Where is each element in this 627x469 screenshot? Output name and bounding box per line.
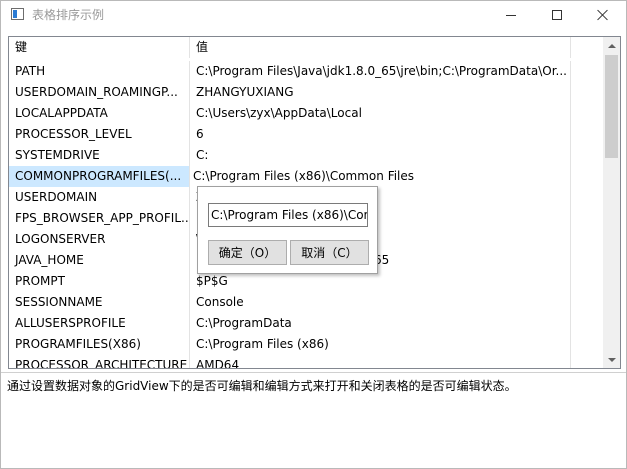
value-cell[interactable]: ZHANGYUXIANG (190, 82, 571, 103)
table-row[interactable]: SYSTEMDRIVE C: (9, 145, 603, 166)
key-cell[interactable]: USERDOMAIN (9, 187, 190, 208)
key-cell[interactable]: FPS_BROWSER_APP_PROFIL... (9, 208, 190, 229)
description-area: 通过设置数据对象的GridView下的是否可编辑和编辑方式来打开和关闭表格的是否… (1, 372, 626, 468)
main-window: 表格排序示例 键 值 PATH C:\Program Files\Java\jd… (0, 0, 627, 469)
maximize-icon (552, 10, 562, 20)
key-cell[interactable]: JAVA_HOME (9, 250, 190, 271)
key-cell[interactable]: PROCESSOR_LEVEL (9, 124, 190, 145)
key-cell[interactable]: LOCALAPPDATA (9, 103, 190, 124)
key-cell[interactable]: SESSIONNAME (9, 292, 190, 313)
edit-popup: C:\Program Files (x86)\Common Files 确定（O… (197, 186, 378, 274)
key-cell[interactable]: COMMONPROGRAMFILES(... (9, 166, 190, 187)
key-cell[interactable]: USERDOMAIN_ROAMINGP... (9, 82, 190, 103)
value-cell-editing[interactable]: C:\Program Files (x86)\Common Files (190, 166, 571, 187)
table-row[interactable]: PROMPT $P$G (9, 271, 603, 292)
grid-header-row: 键 值 (9, 37, 603, 58)
scroll-up-button[interactable] (603, 37, 620, 54)
chevron-up-icon (607, 43, 616, 48)
key-cell[interactable]: PATH (9, 61, 190, 82)
close-icon (597, 9, 609, 21)
table-row[interactable]: PROCESSOR_LEVEL 6 (9, 124, 603, 145)
value-cell[interactable]: C:\ProgramData (190, 313, 571, 334)
scroll-thumb[interactable] (605, 55, 618, 158)
cancel-button[interactable]: 取消（C） (290, 240, 369, 265)
key-cell[interactable]: LOGONSERVER (9, 229, 190, 250)
value-cell[interactable]: C:\Users\zyx\AppData\Local (190, 103, 571, 124)
ok-button[interactable]: 确定（O） (208, 240, 287, 265)
key-cell[interactable]: PROCESSOR_ARCHITECTURE (9, 355, 190, 368)
table-row[interactable]: ALLUSERSPROFILE C:\ProgramData (9, 313, 603, 334)
close-button[interactable] (580, 1, 626, 29)
title-bar[interactable]: 表格排序示例 (1, 1, 626, 29)
value-cell[interactable]: C:\Program Files (x86) (190, 334, 571, 355)
column-header-value[interactable]: 值 (190, 37, 571, 58)
value-cell[interactable]: AMD64 (190, 355, 571, 368)
scroll-down-button[interactable] (603, 351, 620, 368)
vertical-scrollbar[interactable] (603, 37, 620, 368)
table-row[interactable]: PROGRAMFILES(X86) C:\Program Files (x86) (9, 334, 603, 355)
description-text: 通过设置数据对象的GridView下的是否可编辑和编辑方式来打开和关闭表格的是否… (7, 379, 517, 393)
key-cell[interactable]: PROGRAMFILES(X86) (9, 334, 190, 355)
column-header-key[interactable]: 键 (9, 37, 190, 58)
table-row[interactable]: PROCESSOR_ARCHITECTURE AMD64 (9, 355, 603, 368)
value-cell[interactable]: Console (190, 292, 571, 313)
value-cell[interactable]: $P$G (190, 271, 571, 292)
table-row-selected[interactable]: COMMONPROGRAMFILES(... C:\Program Files … (9, 166, 603, 187)
window-title: 表格排序示例 (32, 8, 105, 22)
value-cell[interactable]: 6 (190, 124, 571, 145)
value-cell[interactable]: C:\Program Files\Java\jdk1.8.0_65\jre\bi… (190, 61, 571, 82)
table-row[interactable]: LOCALAPPDATA C:\Users\zyx\AppData\Local (9, 103, 603, 124)
minimize-button[interactable] (488, 1, 534, 29)
key-cell[interactable]: SYSTEMDRIVE (9, 145, 190, 166)
table-row[interactable]: USERDOMAIN_ROAMINGP... ZHANGYUXIANG (9, 82, 603, 103)
minimize-icon (506, 14, 516, 16)
chevron-down-icon (607, 357, 616, 362)
maximize-button[interactable] (534, 1, 580, 29)
value-cell[interactable]: C: (190, 145, 571, 166)
app-icon (11, 8, 24, 20)
key-cell[interactable]: PROMPT (9, 271, 190, 292)
table-row[interactable]: PATH C:\Program Files\Java\jdk1.8.0_65\j… (9, 61, 603, 82)
table-row[interactable]: SESSIONNAME Console (9, 292, 603, 313)
edit-value-input[interactable]: C:\Program Files (x86)\Common Files (208, 203, 368, 227)
key-cell[interactable]: ALLUSERSPROFILE (9, 313, 190, 334)
